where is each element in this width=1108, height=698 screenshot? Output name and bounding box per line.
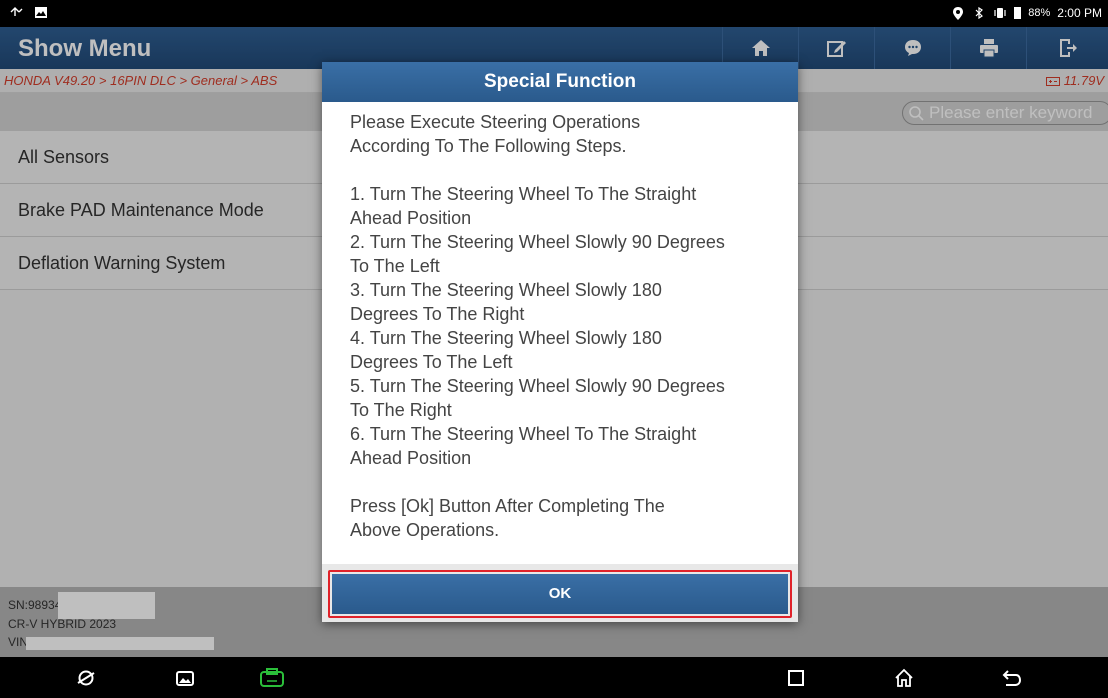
usb-icon	[10, 5, 24, 19]
location-icon	[951, 6, 965, 20]
image-notification-icon	[34, 5, 48, 19]
back-icon	[1002, 670, 1022, 686]
gallery-button[interactable]	[174, 667, 196, 689]
battery-percent: 88%	[1028, 7, 1051, 19]
back-button[interactable]	[1001, 667, 1023, 689]
battery-icon	[1014, 7, 1022, 19]
clock: 2:00 PM	[1057, 6, 1102, 20]
ok-button-highlight: OK	[328, 570, 792, 618]
special-function-dialog: Special Function Please Execute Steering…	[322, 62, 798, 622]
dialog-footer: OK	[322, 564, 798, 622]
vci-icon	[260, 668, 284, 687]
browser-icon	[77, 670, 95, 686]
vibrate-icon	[993, 6, 1007, 20]
android-nav-bar	[0, 657, 1108, 698]
home-nav-button[interactable]	[893, 667, 915, 689]
dialog-message: Please Execute Steering Operations Accor…	[350, 112, 725, 540]
gallery-icon	[176, 670, 194, 686]
dialog-title: Special Function	[322, 62, 798, 102]
recents-button[interactable]	[785, 667, 807, 689]
bluetooth-icon	[972, 6, 986, 20]
home-nav-icon	[895, 668, 913, 687]
recents-icon	[788, 670, 804, 686]
browser-button[interactable]	[75, 667, 97, 689]
vci-button[interactable]	[259, 667, 285, 689]
ok-button[interactable]: OK	[332, 574, 788, 614]
status-bar: 88% 2:00 PM	[0, 0, 1108, 27]
